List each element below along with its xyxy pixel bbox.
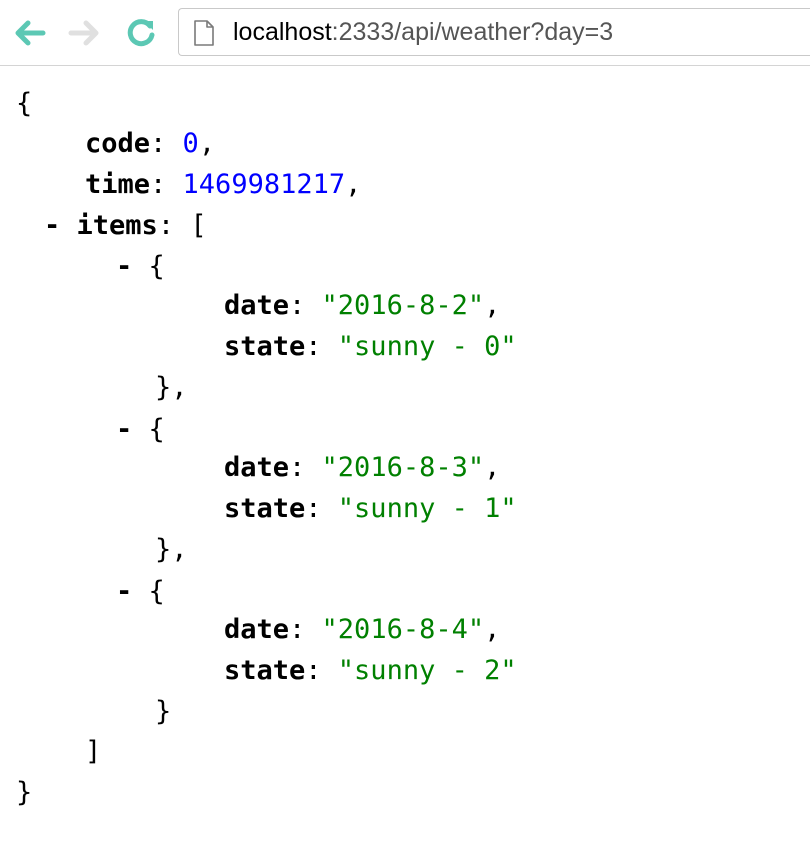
url-host: localhost [233,18,332,46]
reload-icon [127,19,155,47]
browser-toolbar: localhost:2333/api/weather?day=3 [0,0,810,66]
item-date-line: date: "2016-8-4", [224,614,501,645]
code-value: 0 [182,128,199,159]
json-root-close-line: } [16,773,32,813]
json-items-line: - items: [ [44,210,207,241]
date-value: "2016-8-3" [321,452,485,483]
item-close-brace: } [155,372,172,403]
code-key: code [85,128,151,159]
item-open-line: - { [116,247,165,287]
items-key: items [76,210,158,241]
item-open-brace: { [148,576,165,607]
item-collapse-toggle[interactable]: - [116,414,132,445]
item-date-line: date: "2016-8-3", [224,452,501,483]
item-state-line: state: "sunny - 2" [224,655,517,686]
arrow-right-icon [68,20,99,46]
state-key: state [224,655,306,686]
items-close-line: ] [85,732,101,772]
item-close-line: }, [155,534,188,565]
forward-button[interactable] [66,14,104,52]
item-open-brace: { [148,251,165,282]
state-value: "sunny - 2" [337,655,517,686]
item-date-line: date: "2016-8-2", [224,290,501,321]
item-open-brace: { [148,414,165,445]
items-collapse-toggle[interactable]: - [44,210,60,241]
time-value: 1469981217 [182,169,346,200]
page-icon [194,20,214,46]
root-open-brace: { [16,88,33,119]
item-collapse-toggle[interactable]: - [116,251,132,282]
json-code-line: code: 0, [85,128,216,159]
url-text: localhost:2333/api/weather?day=3 [233,9,613,55]
date-key: date [224,290,290,321]
state-key: state [224,331,306,362]
item-collapse-toggle[interactable]: - [116,576,132,607]
address-bar[interactable]: localhost:2333/api/weather?day=3 [178,8,810,56]
item-close-brace: } [155,696,172,727]
json-time-line: time: 1469981217, [85,169,362,200]
state-key: state [224,493,306,524]
items-close-bracket: ] [85,736,102,767]
date-value: "2016-8-2" [321,290,485,321]
state-value: "sunny - 0" [337,331,517,362]
url-path: :2333/api/weather?day=3 [331,18,614,46]
item-close-brace: } [155,534,172,565]
item-open-line: - { [116,410,165,450]
items-open-bracket: [ [190,210,207,241]
item-close-line: } [155,692,171,732]
json-viewer: { code: 0, time: 1469981217, - items: [ … [0,66,810,846]
date-value: "2016-8-4" [321,614,485,645]
item-state-line: state: "sunny - 0" [224,331,517,362]
json-root-open-line: { [16,84,32,124]
date-key: date [224,614,290,645]
date-key: date [224,452,290,483]
item-state-line: state: "sunny - 1" [224,493,517,524]
arrow-left-icon [15,20,46,46]
state-value: "sunny - 1" [337,493,517,524]
item-close-line: }, [155,372,188,403]
item-open-line: - { [116,572,165,612]
reload-button[interactable] [122,14,160,52]
root-close-brace: } [16,777,33,808]
time-key: time [85,169,151,200]
back-button[interactable] [10,14,48,52]
